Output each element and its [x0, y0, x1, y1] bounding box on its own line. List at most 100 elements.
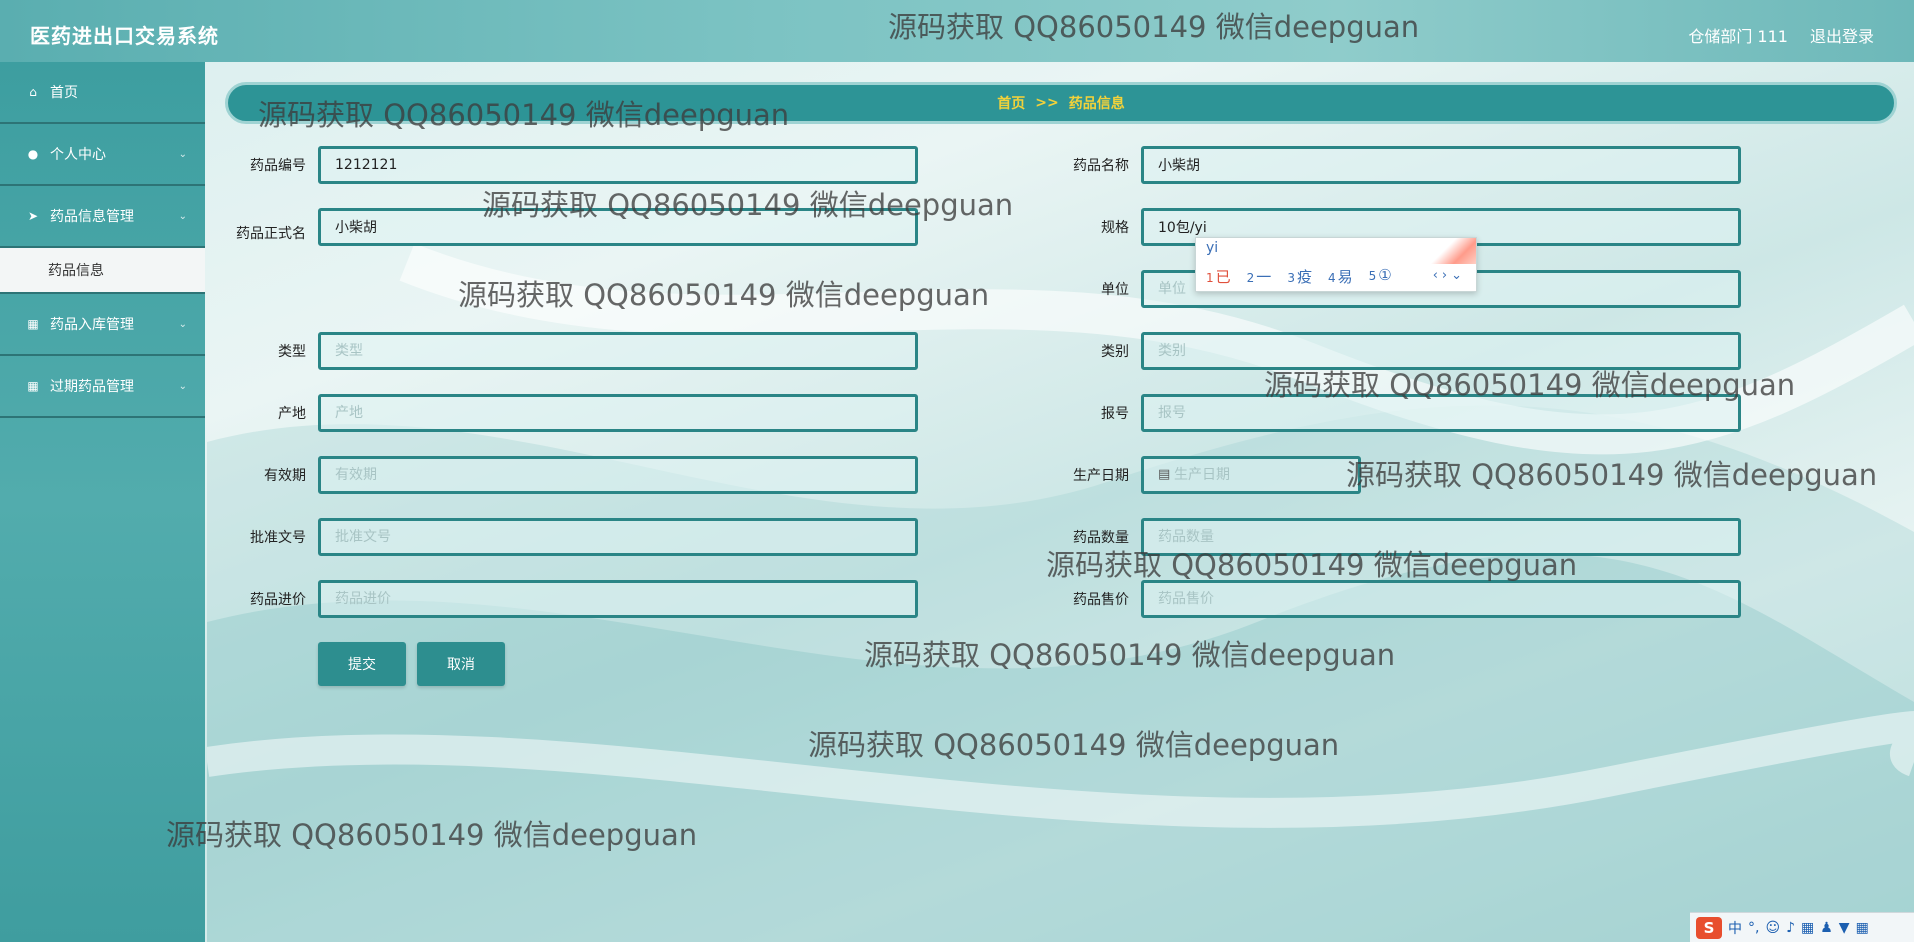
user-icon: ●	[27, 147, 39, 161]
form-row-origin: 产地	[228, 394, 918, 432]
grid-icon: ▦	[27, 379, 39, 393]
form-row-report-no: 报号	[1051, 394, 1741, 432]
origin-input[interactable]	[318, 394, 918, 432]
chevron-down-icon: ⌄	[178, 148, 187, 160]
microphone-icon[interactable]: ♪	[1786, 920, 1795, 936]
ime-candidate-popup: yi 1已 2一 3疫 4易 5① ‹›⌄	[1195, 237, 1477, 292]
app-title: 医药进出口交易系统	[30, 24, 219, 48]
official-name-input[interactable]	[318, 208, 918, 246]
production-date-input[interactable]	[1141, 456, 1361, 494]
watermark: 源码获取 QQ86050149 微信deepguan	[1346, 458, 1878, 492]
field-label: 有效期	[264, 468, 306, 484]
calendar-icon: ▤	[1158, 467, 1171, 482]
background-wave	[207, 62, 1914, 942]
cancel-button[interactable]: 取消	[417, 642, 505, 686]
field-label: 类别	[1101, 344, 1129, 360]
emoji-icon[interactable]: ☺	[1765, 920, 1780, 936]
chevron-down-icon: ⌄	[178, 380, 187, 392]
sale-price-input[interactable]	[1141, 580, 1741, 618]
punctuation-icon[interactable]: °,	[1748, 920, 1759, 936]
user-menu[interactable]: 仓储部门 111	[1688, 23, 1788, 47]
ime-tray: S 中 °, ☺ ♪ ▦ ♟ ▼ ▦	[1690, 912, 1914, 942]
form-row-approval-no: 批准文号	[228, 518, 918, 556]
watermark: 源码获取 QQ86050149 微信deepguan	[166, 818, 698, 852]
watermark: 源码获取 QQ86050149 微信deepguan	[808, 728, 1340, 762]
form-row-expiry: 有效期	[228, 456, 918, 494]
form-row-category: 类别	[1051, 332, 1741, 370]
header-actions: 仓储部门 111 退出登录	[1688, 23, 1874, 47]
form-row-official-name: 药品正式名	[228, 208, 918, 252]
sidebar-item-expired[interactable]: ▦ 过期药品管理 ⌄	[0, 356, 205, 418]
approval-no-input[interactable]	[318, 518, 918, 556]
field-label: 药品名称	[1073, 158, 1129, 174]
ime-skin-decoration	[1426, 238, 1476, 264]
chevron-down-icon: ⌄	[178, 210, 187, 222]
sidebar-item-drug-info[interactable]: ➤ 药品信息管理 ⌄	[0, 186, 205, 248]
form-row-drug-name: 药品名称	[1051, 146, 1741, 184]
field-label: 药品进价	[250, 592, 306, 608]
breadcrumb: 首页 >> 药品信息	[225, 82, 1897, 124]
breadcrumb-current: 药品信息	[1068, 96, 1125, 112]
sidebar-item-label: 过期药品管理	[50, 379, 134, 395]
purchase-price-input[interactable]	[318, 580, 918, 618]
sidebar-item-personal[interactable]: ● 个人中心 ⌄	[0, 124, 205, 186]
sogou-logo-icon[interactable]: S	[1696, 916, 1722, 939]
field-label: 单位	[1101, 282, 1129, 298]
skin-icon[interactable]: ▼	[1839, 920, 1850, 936]
form-row-type: 类型	[228, 332, 918, 370]
expiry-input[interactable]	[318, 456, 918, 494]
sidebar-item-stock-in[interactable]: ▦ 药品入库管理 ⌄	[0, 294, 205, 356]
logout-link[interactable]: 退出登录	[1810, 23, 1874, 47]
form-row-sale-price: 药品售价	[1051, 580, 1741, 618]
quantity-input[interactable]	[1141, 518, 1741, 556]
sidebar-item-home[interactable]: ⌂ 首页	[0, 62, 205, 124]
ime-candidate[interactable]: 5①	[1369, 266, 1392, 287]
field-label: 药品正式名	[236, 226, 306, 242]
ime-candidate[interactable]: 2一	[1247, 266, 1272, 287]
field-label: 规格	[1101, 220, 1129, 236]
field-label: 类型	[278, 344, 306, 360]
ime-composition: yi	[1206, 240, 1219, 256]
paper-plane-icon: ➤	[27, 209, 39, 223]
user-icon[interactable]: ♟	[1820, 920, 1833, 936]
sidebar: ⌂ 首页 ● 个人中心 ⌄ ➤ 药品信息管理 ⌄ 药品信息 ▦ 药品入库管理 ⌄…	[0, 62, 205, 942]
chevron-down-icon: ⌄	[178, 318, 187, 330]
ime-page-nav[interactable]: ‹›⌄	[1433, 268, 1466, 283]
form-row-drug-code: 药品编号	[228, 146, 918, 184]
sidebar-subitem-drug-info[interactable]: 药品信息	[0, 248, 205, 294]
toolbox-icon[interactable]: ▦	[1856, 920, 1869, 936]
sidebar-item-label: 药品入库管理	[50, 317, 134, 333]
report-no-input[interactable]	[1141, 394, 1741, 432]
drug-code-input[interactable]	[318, 146, 918, 184]
keyboard-icon[interactable]: ▦	[1801, 920, 1814, 936]
breadcrumb-separator: >>	[1035, 95, 1059, 111]
field-label: 批准文号	[250, 530, 306, 546]
sidebar-item-label: 药品信息管理	[50, 209, 134, 225]
drug-name-input[interactable]	[1141, 146, 1741, 184]
breadcrumb-home[interactable]: 首页	[997, 93, 1025, 113]
top-header: 医药进出口交易系统 仓储部门 111 退出登录	[0, 0, 1914, 62]
sidebar-item-label: 个人中心	[50, 147, 106, 163]
category-input[interactable]	[1141, 332, 1741, 370]
type-input[interactable]	[318, 332, 918, 370]
form-row-purchase-price: 药品进价	[228, 580, 918, 618]
sidebar-item-label: 首页	[50, 85, 78, 101]
watermark: 源码获取 QQ86050149 微信deepguan	[864, 638, 1396, 672]
field-label: 药品编号	[250, 158, 306, 174]
ime-candidate-list: 1已 2一 3疫 4易 5①	[1206, 266, 1392, 287]
home-icon: ⌂	[29, 85, 37, 99]
watermark: 源码获取 QQ86050149 微信deepguan	[458, 278, 990, 312]
field-label: 药品售价	[1073, 592, 1129, 608]
field-label: 报号	[1101, 406, 1129, 422]
field-label: 产地	[278, 406, 306, 422]
submit-button[interactable]: 提交	[318, 642, 406, 686]
form-row-quantity: 药品数量	[1051, 518, 1741, 556]
form-row-production-date: 生产日期	[1051, 456, 1361, 494]
ime-candidate[interactable]: 3疫	[1287, 266, 1312, 287]
field-label: 生产日期	[1073, 468, 1129, 484]
grid-icon: ▦	[27, 317, 39, 331]
ime-candidate[interactable]: 4易	[1328, 266, 1353, 287]
ime-candidate[interactable]: 1已	[1206, 266, 1231, 287]
language-indicator[interactable]: 中	[1728, 918, 1742, 938]
field-label: 药品数量	[1073, 530, 1129, 546]
